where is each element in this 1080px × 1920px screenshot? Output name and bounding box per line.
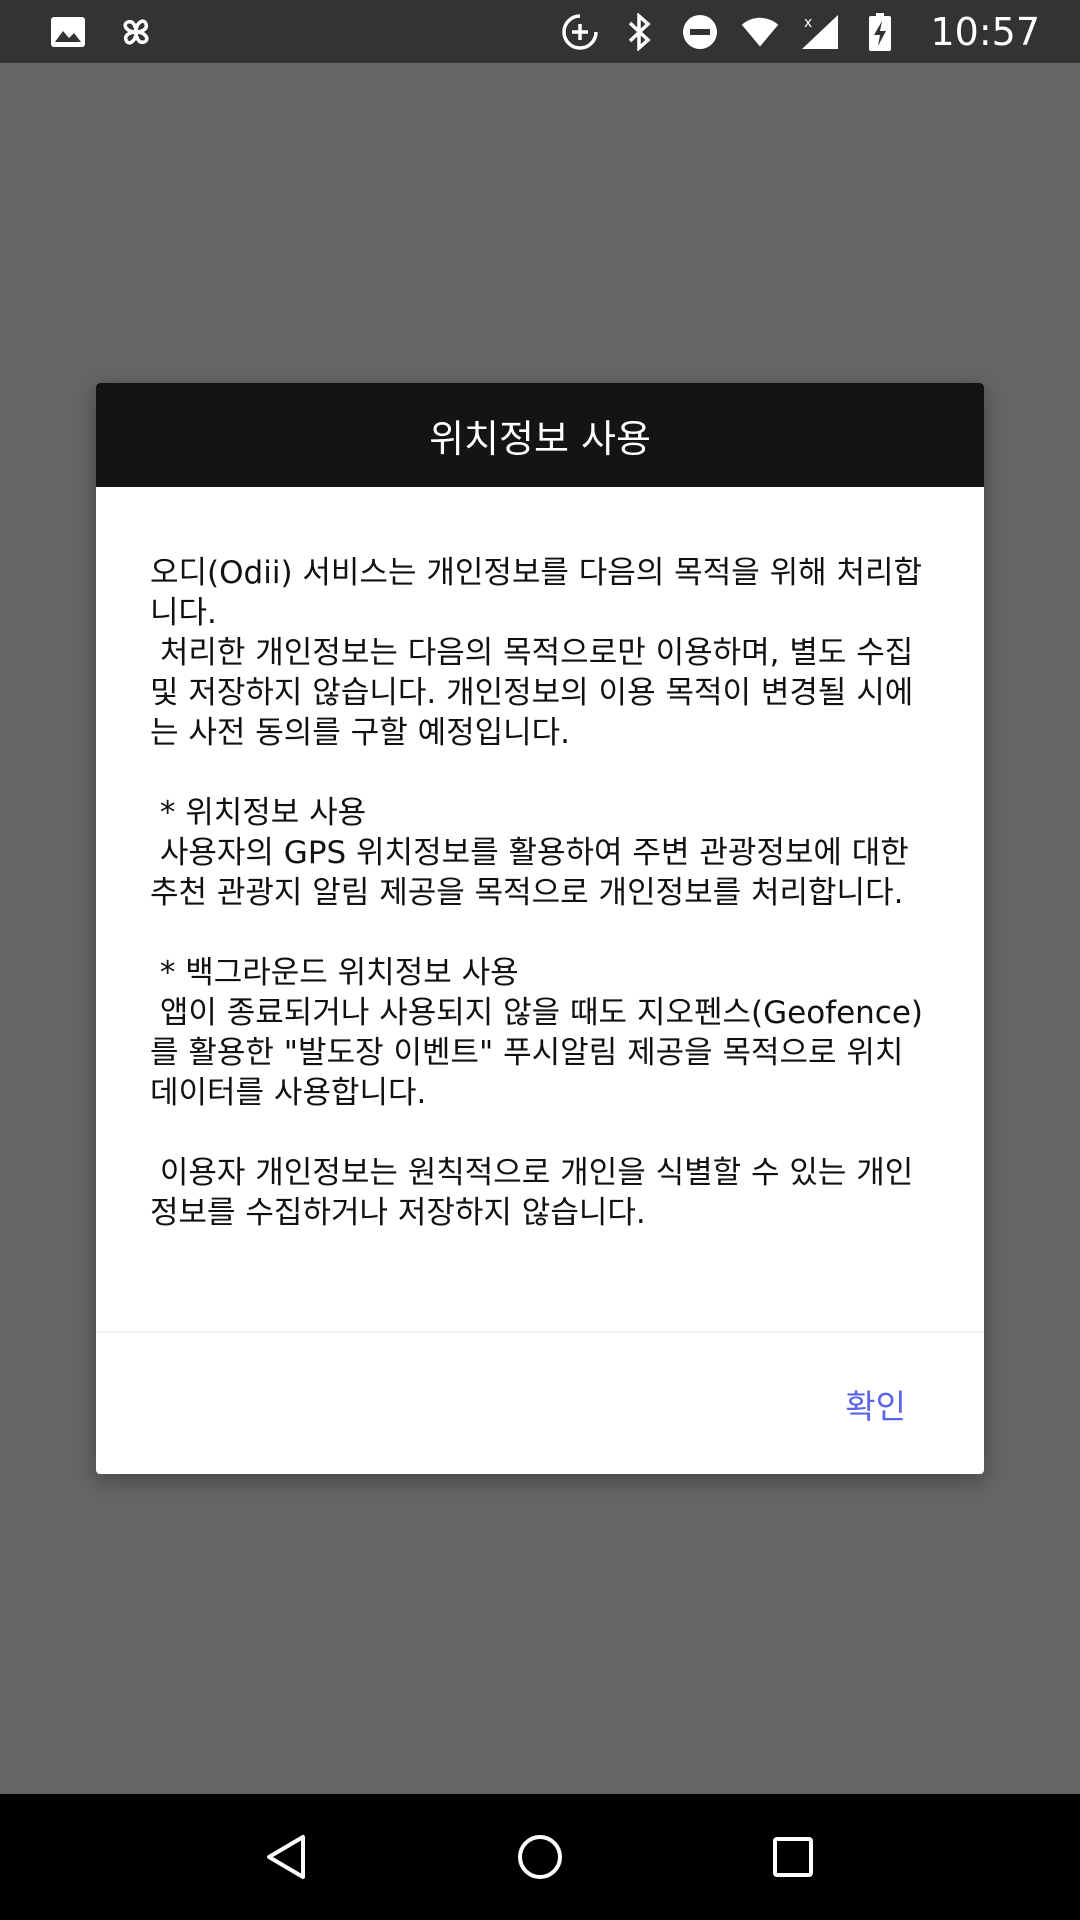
screen: x 10:57 위치정보 사용 오디(Odii) 서비스는 개인정보를 다음의 … (0, 0, 1080, 1920)
dialog-paragraph: 오디(Odii) 서비스는 개인정보를 다음의 목적을 위해 처리합니다. 처리… (150, 555, 923, 751)
status-bar: x 10:57 (0, 0, 1080, 63)
data-saver-icon (560, 12, 600, 52)
wifi-icon (740, 12, 780, 52)
confirm-button[interactable]: 확인 (845, 1380, 906, 1428)
do-not-disturb-icon (680, 12, 720, 52)
signal-icon: x (800, 12, 840, 52)
svg-text:x: x (804, 15, 812, 31)
home-icon[interactable] (500, 1817, 580, 1897)
navigation-bar (0, 1794, 1080, 1920)
recents-icon[interactable] (753, 1817, 833, 1897)
back-icon[interactable] (247, 1817, 327, 1897)
dialog-paragraph: * 백그라운드 위치정보 사용 앱이 종료되거나 사용되지 않을 때도 지오펜스… (150, 955, 924, 1111)
battery-charging-icon (860, 12, 900, 52)
dialog-paragraph: 이용자 개인정보는 원칙적으로 개인을 식별할 수 있는 개인정보를 수집하거나… (150, 1155, 914, 1231)
status-time: 10:57 (930, 9, 1040, 54)
location-permission-dialog: 위치정보 사용 오디(Odii) 서비스는 개인정보를 다음의 목적을 위해 처… (96, 383, 984, 1474)
dialog-footer: 확인 (96, 1333, 984, 1474)
dialog-paragraph: * 위치정보 사용 사용자의 GPS 위치정보를 활용하여 주변 관광정보에 대… (150, 795, 909, 911)
dialog-header: 위치정보 사용 (96, 383, 984, 487)
dialog-title: 위치정보 사용 (429, 416, 651, 461)
pinwheel-icon (116, 12, 156, 52)
image-icon (48, 12, 88, 52)
bluetooth-icon (620, 12, 660, 52)
dialog-body[interactable]: 오디(Odii) 서비스는 개인정보를 다음의 목적을 위해 처리합니다. 처리… (96, 487, 984, 1331)
